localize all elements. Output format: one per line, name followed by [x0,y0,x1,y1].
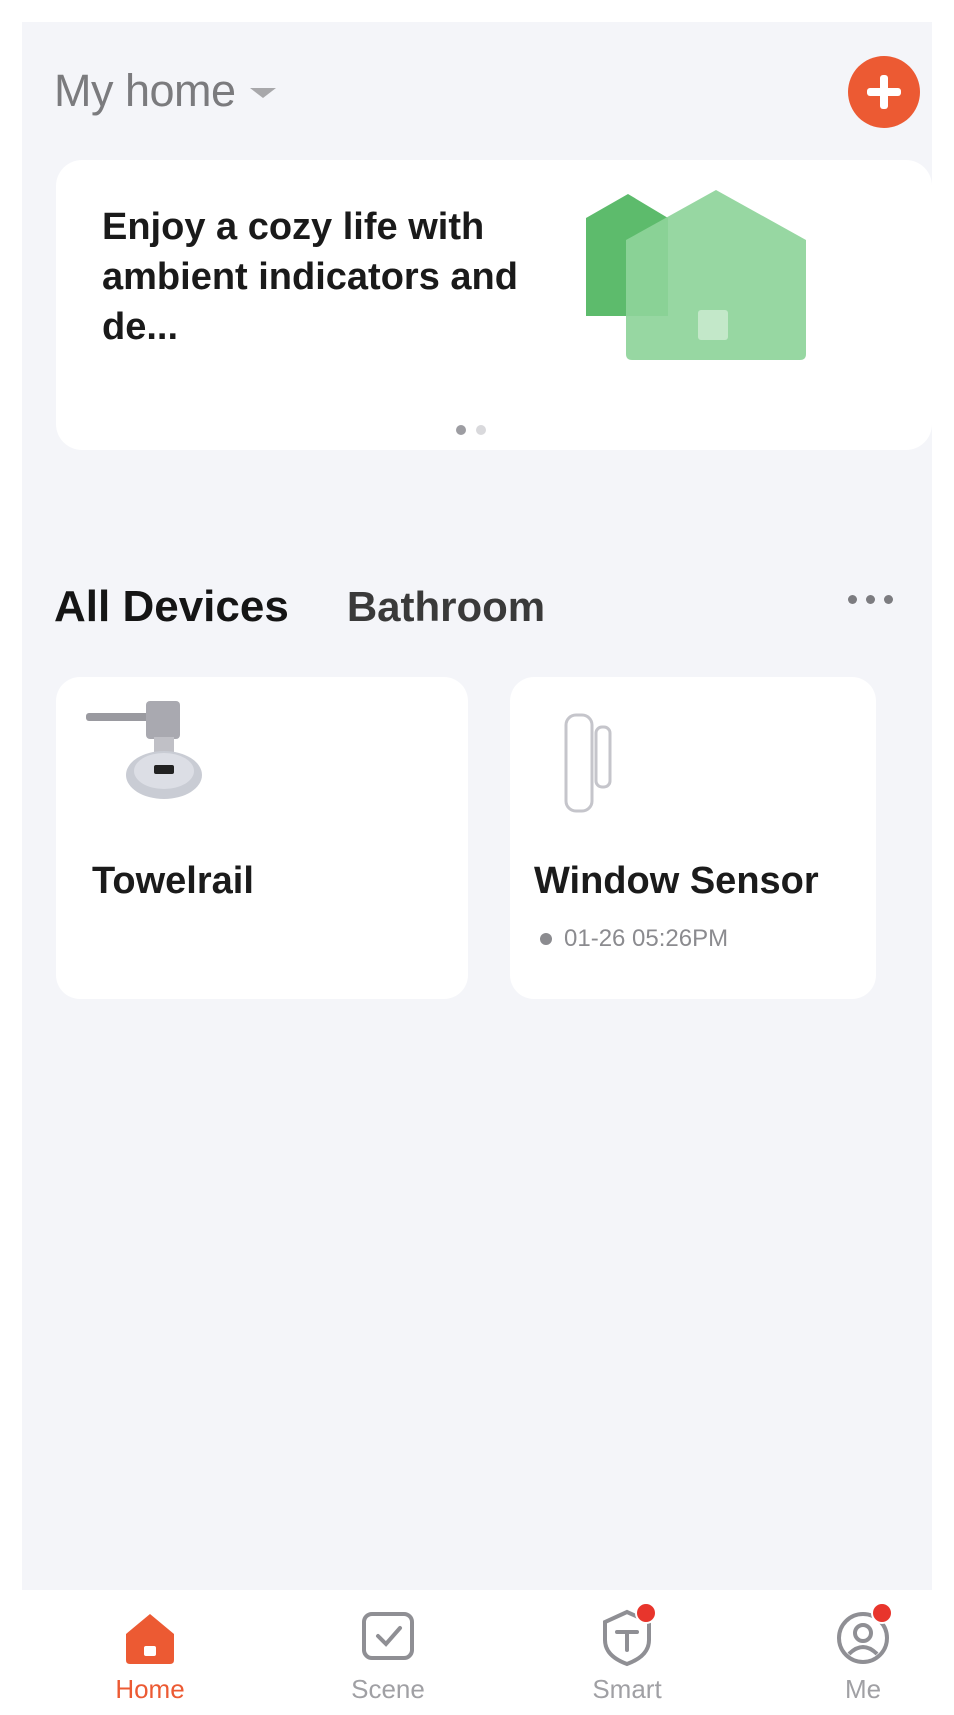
nav-label: Home [115,1674,185,1704]
home-name: My home [54,65,236,116]
nav-home[interactable]: Home [75,1590,225,1715]
more-dots-icon[interactable] [848,595,893,604]
tab-bathroom[interactable]: Bathroom [347,583,545,631]
smart-icon [595,1602,659,1670]
nav-label: Scene [351,1674,425,1704]
nav-scene[interactable]: Scene [313,1590,463,1715]
bottom-nav: Home Scene Smart Me [22,1590,932,1715]
me-icon [831,1602,895,1670]
home-selector[interactable]: My home [54,62,276,120]
status-time: 01-26 05:26PM [564,925,729,952]
notification-badge [871,1602,893,1624]
add-device-button[interactable] [848,56,920,128]
green-house-illustration [586,190,806,360]
pagination-dot-active [456,425,466,435]
scene-icon [356,1606,420,1670]
tab-all-devices[interactable]: All Devices [54,582,289,632]
device-card-towelrail[interactable]: Towelrail [56,677,468,999]
device-status: 01-26 05:26PM [540,925,728,953]
door-window-sensor-icon [564,713,612,813]
banner-text: Enjoy a cozy life with ambient indicator… [102,206,518,348]
banner-pagination [456,425,486,435]
caret-down-icon [249,88,276,98]
room-tabs: All Devices Bathroom [54,582,545,632]
device-name: Window Sensor [534,860,819,902]
plus-icon [867,75,901,109]
promo-banner[interactable]: Enjoy a cozy life with ambient indicator… [56,160,932,450]
nav-label: Me [844,1674,882,1704]
status-dot-icon [540,933,552,945]
pagination-dot [476,425,486,435]
device-name: Towelrail [92,860,254,902]
notification-badge [635,1602,657,1624]
device-card-window-sensor[interactable]: Window Sensor 01-26 05:26PM [510,677,876,999]
home-icon [118,1606,182,1670]
nav-me[interactable]: Me [788,1590,938,1715]
nav-label: Smart [592,1674,662,1704]
app-screen: My home Enjoy a cozy life with ambient i… [22,22,932,1715]
towel-rail-valve-icon [86,701,202,799]
nav-smart[interactable]: Smart [552,1590,702,1715]
